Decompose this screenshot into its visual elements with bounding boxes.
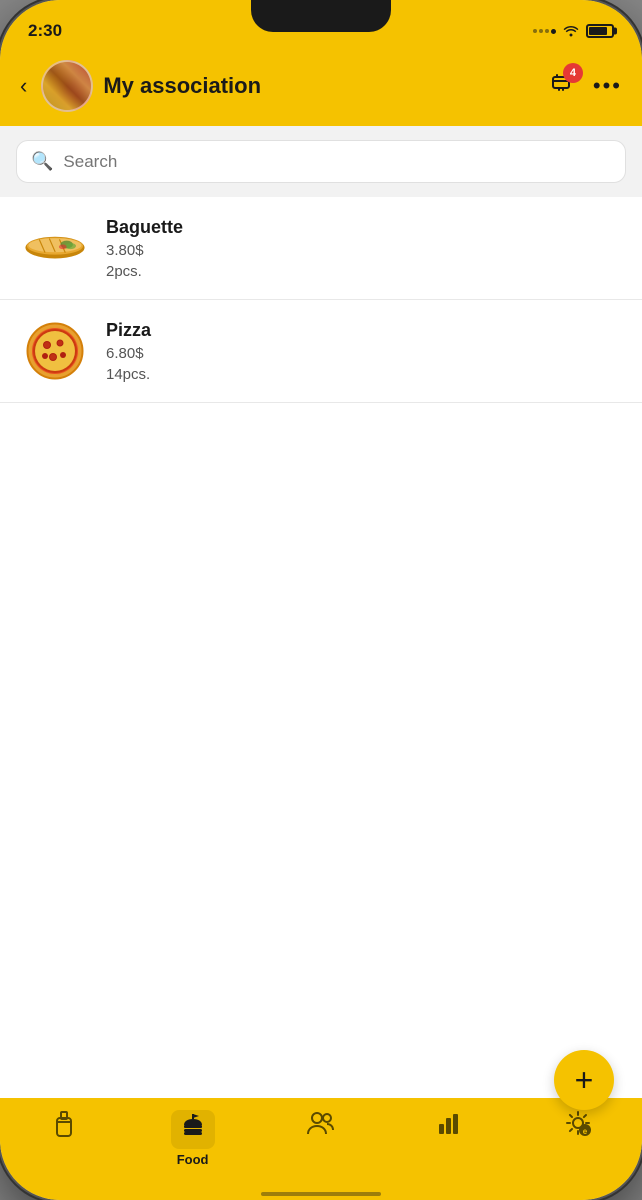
- screen: 2:30: [0, 0, 642, 1200]
- settings-icon: e: [565, 1110, 591, 1143]
- search-input[interactable]: [63, 152, 611, 172]
- product-name: Pizza: [106, 320, 151, 341]
- content-area: 🔍: [0, 126, 642, 1098]
- home-indicator: [0, 1188, 642, 1200]
- status-icons: [533, 23, 614, 40]
- back-button[interactable]: ‹: [16, 69, 31, 103]
- signal-icon: [533, 29, 556, 34]
- stats-icon: [436, 1110, 462, 1143]
- product-name: Baguette: [106, 217, 183, 238]
- svg-text:e: e: [583, 1127, 588, 1136]
- nav-item-stats[interactable]: [419, 1110, 479, 1143]
- product-quantity: 2pcs.: [106, 263, 183, 280]
- product-list: Baguette 3.80$ 2pcs.: [0, 197, 642, 1098]
- battery-icon: [586, 24, 614, 38]
- status-time: 2:30: [28, 21, 62, 41]
- avatar[interactable]: [41, 60, 93, 112]
- product-info-baguette: Baguette 3.80$ 2pcs.: [106, 217, 183, 280]
- food-icon: [179, 1116, 207, 1146]
- bottom-navigation: Food: [0, 1098, 642, 1188]
- list-item[interactable]: Pizza 6.80$ 14pcs.: [0, 300, 642, 403]
- home-bar: [261, 1192, 381, 1196]
- header: ‹ My association 4 •: [0, 50, 642, 126]
- list-item[interactable]: Baguette 3.80$ 2pcs.: [0, 197, 642, 300]
- product-image-pizza: [20, 316, 90, 386]
- phone-frame: 2:30: [0, 0, 642, 1200]
- product-image-baguette: [20, 213, 90, 283]
- nav-item-food[interactable]: Food: [163, 1110, 223, 1167]
- product-quantity: 14pcs.: [106, 366, 151, 383]
- product-info-pizza: Pizza 6.80$ 14pcs.: [106, 320, 151, 383]
- wifi-icon: [562, 23, 580, 40]
- add-product-button[interactable]: +: [554, 1050, 614, 1110]
- people-icon: [306, 1110, 336, 1143]
- drinks-icon: [51, 1110, 77, 1147]
- header-right: 4 •••: [549, 69, 622, 104]
- search-box[interactable]: 🔍: [16, 140, 626, 183]
- nav-item-settings[interactable]: e: [548, 1110, 608, 1143]
- nav-item-drinks[interactable]: [34, 1110, 94, 1147]
- food-nav-label: Food: [177, 1152, 209, 1167]
- product-price: 6.80$: [106, 345, 151, 362]
- product-price: 3.80$: [106, 242, 183, 259]
- search-container: 🔍: [0, 126, 642, 197]
- notification-badge: 4: [563, 63, 583, 83]
- notch: [251, 0, 391, 32]
- nav-item-people[interactable]: [291, 1110, 351, 1143]
- more-options-button[interactable]: •••: [593, 73, 622, 99]
- search-icon: 🔍: [31, 151, 53, 172]
- header-left: ‹ My association: [16, 60, 261, 112]
- notification-button[interactable]: 4: [549, 69, 577, 104]
- page-title: My association: [103, 73, 261, 99]
